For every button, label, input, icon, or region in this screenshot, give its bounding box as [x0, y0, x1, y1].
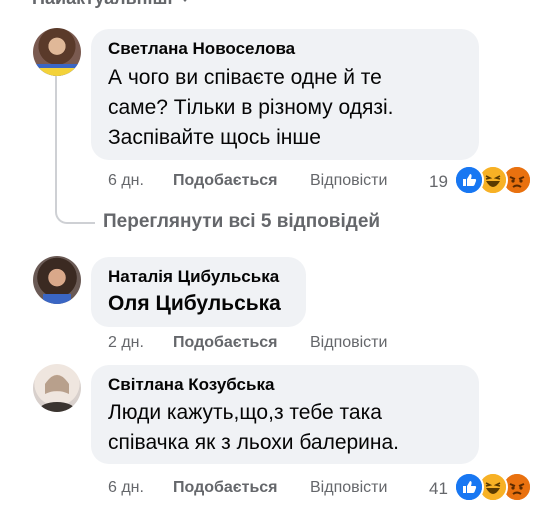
comment-author[interactable]: Світлана Козубська	[108, 375, 274, 395]
comment-text-line: Люди кажуть,що,з тебе така	[108, 401, 382, 424]
comment-timestamp[interactable]: 6 дн.	[108, 172, 144, 190]
like-button[interactable]: Подобається	[173, 172, 278, 190]
comment-author[interactable]: Наталія Цибульська	[108, 267, 279, 287]
reactions-count[interactable]: 41	[429, 479, 448, 499]
comment-text-line: співачка як з льохи балерина.	[108, 431, 400, 454]
reply-button[interactable]: Відповісти	[310, 172, 387, 190]
comment-timestamp[interactable]: 6 дн.	[108, 479, 144, 497]
sort-label: Найактуальніші	[32, 0, 173, 9]
chevron-down-icon	[178, 0, 191, 2]
comment-text-line: А чого ви співаєте одне й те	[108, 66, 382, 89]
avatar-image	[39, 375, 75, 412]
avatar[interactable]	[33, 364, 81, 412]
sort-dropdown[interactable]: Найактуальніші	[32, 0, 191, 9]
mention-link[interactable]: Оля Цибульська	[108, 288, 281, 319]
comment-text-line: саме? Тільки в різному одязі.	[108, 96, 394, 119]
like-icon	[454, 472, 484, 502]
thread-line	[55, 76, 57, 206]
reply-button[interactable]: Відповісти	[310, 479, 387, 497]
comment-timestamp[interactable]: 2 дн.	[108, 334, 144, 352]
comment-text-line: Заспівайте щось інше	[108, 126, 321, 149]
avatar-image	[33, 64, 81, 76]
view-replies-link[interactable]: Переглянути всі 5 відповідей	[103, 211, 380, 233]
comment-author[interactable]: Светлана Новоселова	[108, 39, 295, 59]
like-button[interactable]: Подобається	[173, 334, 278, 352]
reactions-count[interactable]: 19	[429, 172, 448, 192]
avatar[interactable]	[33, 256, 81, 304]
avatar[interactable]	[33, 28, 81, 76]
avatar-image	[43, 294, 71, 304]
like-button[interactable]: Подобається	[173, 479, 278, 497]
like-icon	[454, 165, 484, 195]
reply-button[interactable]: Відповісти	[310, 334, 387, 352]
thread-curve	[55, 200, 95, 224]
